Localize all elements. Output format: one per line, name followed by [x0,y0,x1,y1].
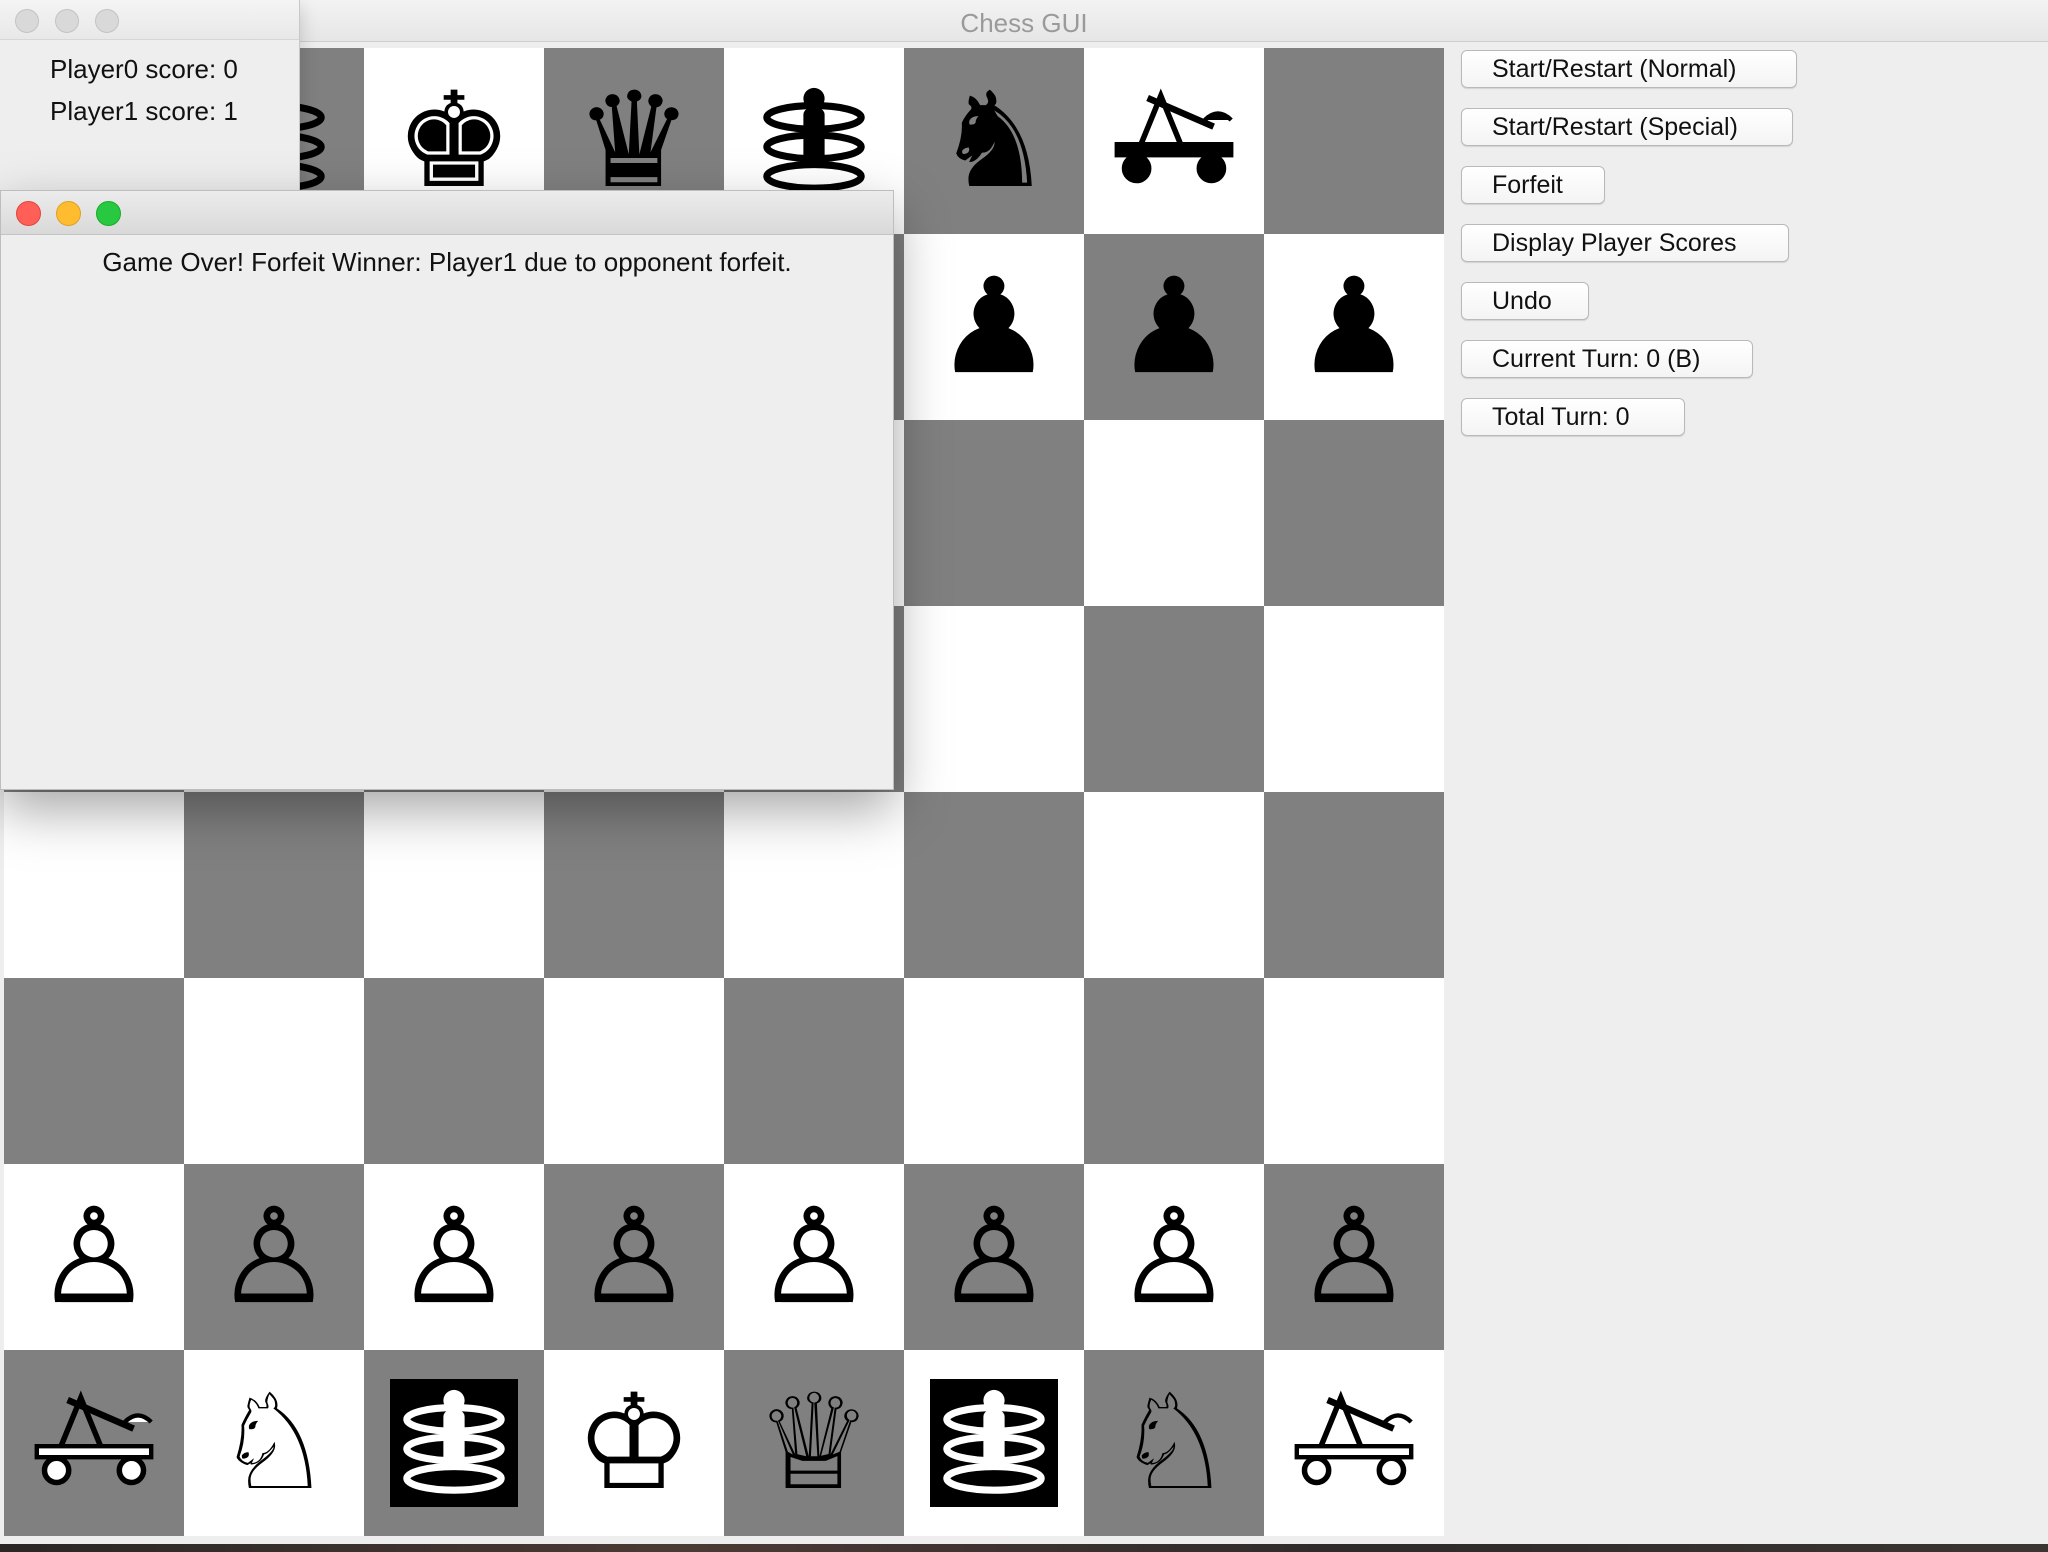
board-square[interactable] [1264,48,1444,234]
black-pawn-icon[interactable]: ♟ [935,261,1053,393]
board-square[interactable]: ♘ [184,1350,364,1536]
board-square[interactable]: ♞ [904,48,1084,234]
black-knight-icon[interactable]: ♞ [935,75,1053,207]
window-title: Chess GUI [960,8,1088,38]
black-special-icon[interactable] [750,77,878,205]
board-square[interactable]: ♙ [544,1164,724,1350]
game-over-message: Game Over! Forfeit Winner: Player1 due t… [102,247,792,277]
start-restart-normal-button[interactable]: Start/Restart (Normal) [1461,50,1797,88]
board-square[interactable] [4,1350,184,1536]
board-square[interactable] [1264,978,1444,1164]
board-square[interactable] [544,978,724,1164]
board-square[interactable] [1084,420,1264,606]
control-panel: Start/Restart (Normal) Start/Restart (Sp… [1461,50,1861,456]
board-square[interactable]: ♙ [904,1164,1084,1350]
white-king-icon[interactable]: ♔ [575,1377,693,1509]
board-square[interactable] [904,1350,1084,1536]
board-square[interactable] [364,978,544,1164]
white-pawn-icon[interactable]: ♙ [1115,1191,1233,1323]
white-pawn-icon[interactable]: ♙ [215,1191,333,1323]
white-special-icon[interactable] [930,1379,1058,1507]
white-pawn-icon[interactable]: ♙ [575,1191,693,1323]
board-square[interactable] [1084,606,1264,792]
board-square[interactable] [1264,420,1444,606]
close-icon[interactable] [15,9,39,33]
total-turn-button[interactable]: Total Turn: 0 [1461,398,1685,436]
board-square[interactable] [724,792,904,978]
board-square[interactable] [1264,606,1444,792]
white-pawn-icon[interactable]: ♙ [35,1191,153,1323]
white-pawn-icon[interactable]: ♙ [935,1191,1053,1323]
black-king-icon[interactable]: ♚ [395,75,513,207]
undo-button[interactable]: Undo [1461,282,1589,320]
forfeit-button[interactable]: Forfeit [1461,166,1605,204]
white-knight-icon[interactable]: ♘ [1115,1377,1233,1509]
board-square[interactable] [4,792,184,978]
board-square[interactable] [1084,978,1264,1164]
black-catapult-icon[interactable] [1108,75,1240,207]
white-catapult-icon[interactable] [28,1377,160,1509]
board-square[interactable] [904,978,1084,1164]
board-square[interactable]: ♟ [1084,234,1264,420]
board-square[interactable] [904,606,1084,792]
white-pawn-icon[interactable]: ♙ [755,1191,873,1323]
white-special-icon[interactable] [390,1379,518,1507]
current-turn-button[interactable]: Current Turn: 0 (B) [1461,340,1753,378]
white-pawn-icon[interactable]: ♙ [1295,1191,1413,1323]
window-titlebar[interactable]: Chess GUI [0,0,2048,42]
board-square[interactable]: ♙ [1264,1164,1444,1350]
player1-score: Player1 score: 1 [50,96,238,126]
black-pawn-icon[interactable]: ♟ [1295,261,1413,393]
board-square[interactable] [364,1350,544,1536]
white-queen-icon[interactable]: ♕ [755,1377,873,1509]
player0-score: Player0 score: 0 [50,54,238,84]
white-knight-icon[interactable]: ♘ [215,1377,333,1509]
white-pawn-icon[interactable]: ♙ [395,1191,513,1323]
board-square[interactable]: ♟ [904,234,1084,420]
board-square[interactable] [4,978,184,1164]
maximize-icon[interactable] [96,201,121,226]
board-square[interactable] [544,792,724,978]
board-square[interactable] [1264,792,1444,978]
board-square[interactable]: ♙ [4,1164,184,1350]
white-catapult-icon[interactable] [1288,1377,1420,1509]
desktop-background [0,1544,2048,1552]
display-player-scores-button[interactable]: Display Player Scores [1461,224,1789,262]
board-square[interactable] [904,792,1084,978]
board-square[interactable] [1264,1350,1444,1536]
minimize-icon[interactable] [55,9,79,33]
board-square[interactable] [1084,48,1264,234]
score-window: Player0 score: 0 Player1 score: 1 [0,0,300,192]
board-square[interactable]: ♕ [724,1350,904,1536]
board-square[interactable]: ♔ [544,1350,724,1536]
start-restart-special-button[interactable]: Start/Restart (Special) [1461,108,1793,146]
minimize-icon[interactable] [56,201,81,226]
board-square[interactable]: ♙ [1084,1164,1264,1350]
board-square[interactable] [724,978,904,1164]
board-square[interactable]: ♙ [364,1164,544,1350]
dialog-titlebar[interactable] [1,191,893,235]
board-square[interactable]: ♟ [1264,234,1444,420]
board-square[interactable]: ♙ [724,1164,904,1350]
board-square[interactable] [184,978,364,1164]
score-window-titlebar[interactable] [0,0,299,40]
board-square[interactable]: ♘ [1084,1350,1264,1536]
board-square[interactable] [184,792,364,978]
close-icon[interactable] [16,201,41,226]
board-square[interactable] [1084,792,1264,978]
board-square[interactable]: ♙ [184,1164,364,1350]
game-over-dialog: Game Over! Forfeit Winner: Player1 due t… [0,190,894,790]
board-square[interactable] [364,792,544,978]
black-queen-icon[interactable]: ♛ [575,75,693,207]
black-pawn-icon[interactable]: ♟ [1115,261,1233,393]
maximize-icon[interactable] [95,9,119,33]
board-square[interactable] [904,420,1084,606]
